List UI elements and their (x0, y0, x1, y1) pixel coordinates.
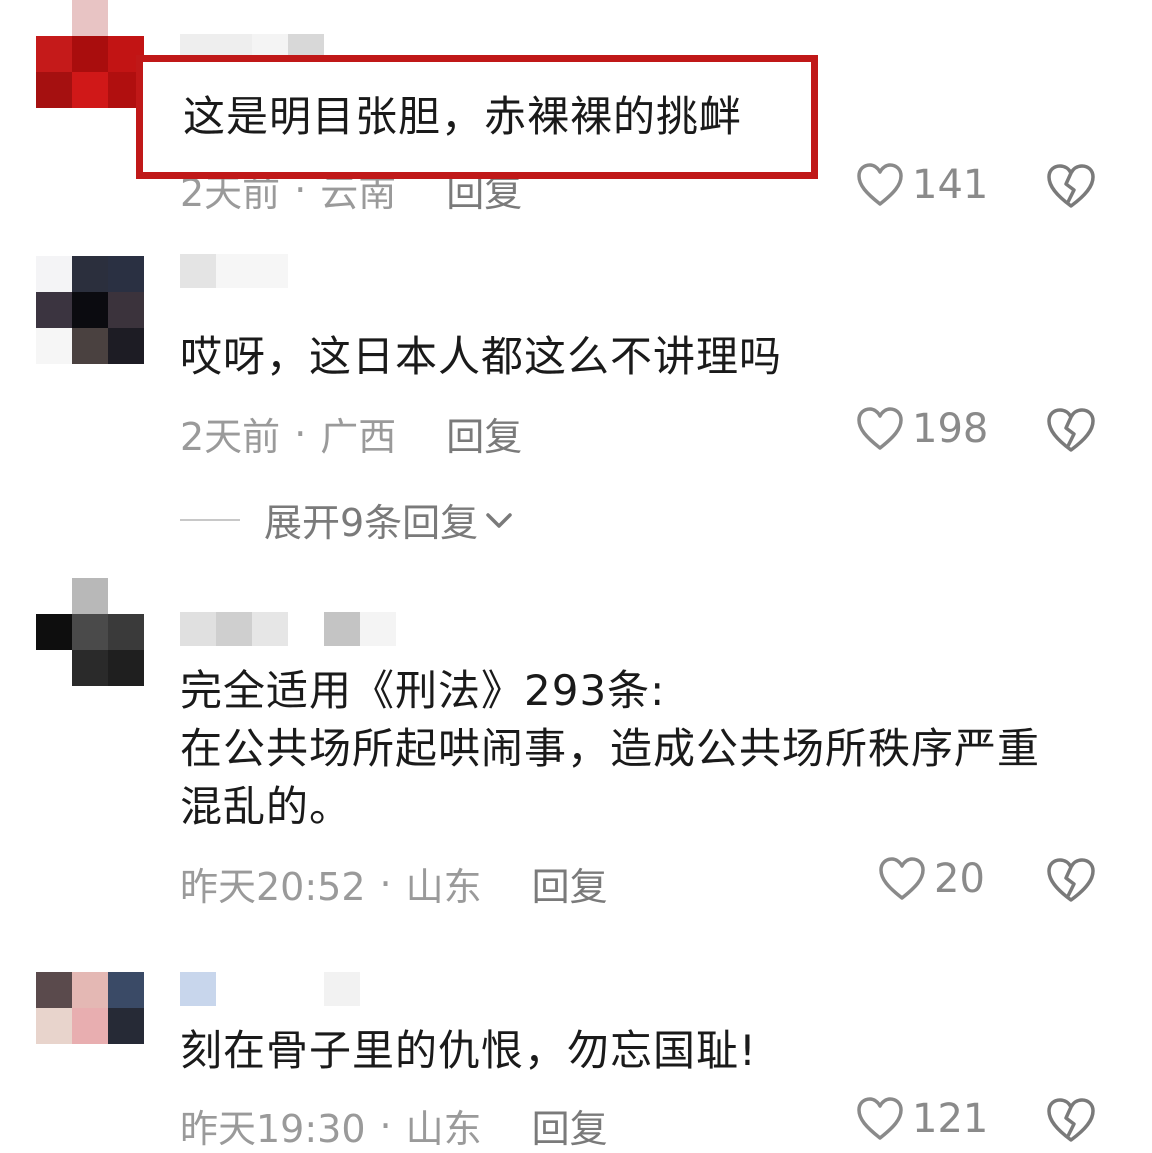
chevron-down-icon (486, 512, 512, 528)
comment-text-line: 在公共场所起哄闹事，造成公共场所秩序严重 (180, 724, 1041, 773)
broken-heart-icon (1047, 1098, 1095, 1142)
dislike-button[interactable] (1046, 406, 1096, 454)
username-blurred[interactable] (180, 612, 396, 646)
heart-outline-icon (857, 1097, 903, 1140)
dislike-button[interactable] (1046, 162, 1096, 210)
reply-button[interactable]: 回复 (532, 856, 608, 911)
expand-replies-label: 展开9条回复 (264, 501, 479, 545)
avatar[interactable] (36, 256, 144, 364)
broken-heart-icon (1047, 164, 1095, 208)
like-count: 141 (912, 162, 989, 208)
dislike-button[interactable] (1046, 1096, 1096, 1144)
like-count: 20 (934, 856, 985, 902)
broken-heart-icon (1047, 408, 1095, 452)
heart-outline-icon (879, 857, 925, 900)
comment-time: 2天前 (180, 415, 281, 459)
like-button[interactable]: 198 (856, 406, 988, 452)
heart-outline-icon (857, 407, 903, 450)
like-count: 121 (912, 1096, 989, 1142)
like-button[interactable]: 20 (878, 856, 985, 902)
like-button[interactable]: 121 (856, 1096, 988, 1142)
meta-separator: · (379, 861, 392, 906)
expand-replies-button[interactable]: 展开9条回复 (180, 492, 514, 547)
like-button[interactable]: 141 (856, 162, 988, 208)
comment-meta: 昨天19:30 · 山东 回复 (180, 1098, 608, 1153)
comment-text: 这是明目张胆，赤裸裸的挑衅 (183, 92, 743, 141)
comment-time: 昨天20:52 (180, 865, 366, 909)
avatar[interactable] (36, 972, 144, 1080)
reply-button[interactable]: 回复 (532, 1098, 608, 1153)
like-count: 198 (912, 406, 989, 452)
comment-text: 哎呀，这日本人都这么不讲理吗 (180, 332, 783, 381)
reply-button[interactable]: 回复 (446, 406, 522, 461)
comment-meta: 2天前 · 广西 回复 (180, 406, 522, 461)
heart-outline-icon (857, 163, 903, 206)
dislike-button[interactable] (1046, 856, 1096, 904)
expand-divider-line (180, 518, 240, 521)
highlight-box: 这是明目张胆，赤裸裸的挑衅 (136, 55, 818, 179)
meta-separator: · (294, 411, 307, 456)
comment-location: 广西 (320, 415, 397, 459)
comment-location: 山东 (405, 865, 482, 909)
avatar[interactable] (36, 578, 144, 686)
comment-text: 刻在骨子里的仇恨，勿忘国耻! (180, 1026, 757, 1075)
comment-text-line: 完全适用《刑法》293条: (180, 666, 666, 715)
avatar[interactable] (36, 0, 144, 108)
comment-meta: 昨天20:52 · 山东 回复 (180, 856, 608, 911)
comment-location: 山东 (405, 1107, 482, 1151)
meta-separator: · (379, 1103, 392, 1148)
comment-text-line: 混乱的。 (180, 782, 353, 831)
comment-time: 昨天19:30 (180, 1107, 366, 1151)
broken-heart-icon (1047, 858, 1095, 902)
username-blurred[interactable] (180, 254, 288, 288)
username-blurred[interactable] (180, 972, 360, 1006)
